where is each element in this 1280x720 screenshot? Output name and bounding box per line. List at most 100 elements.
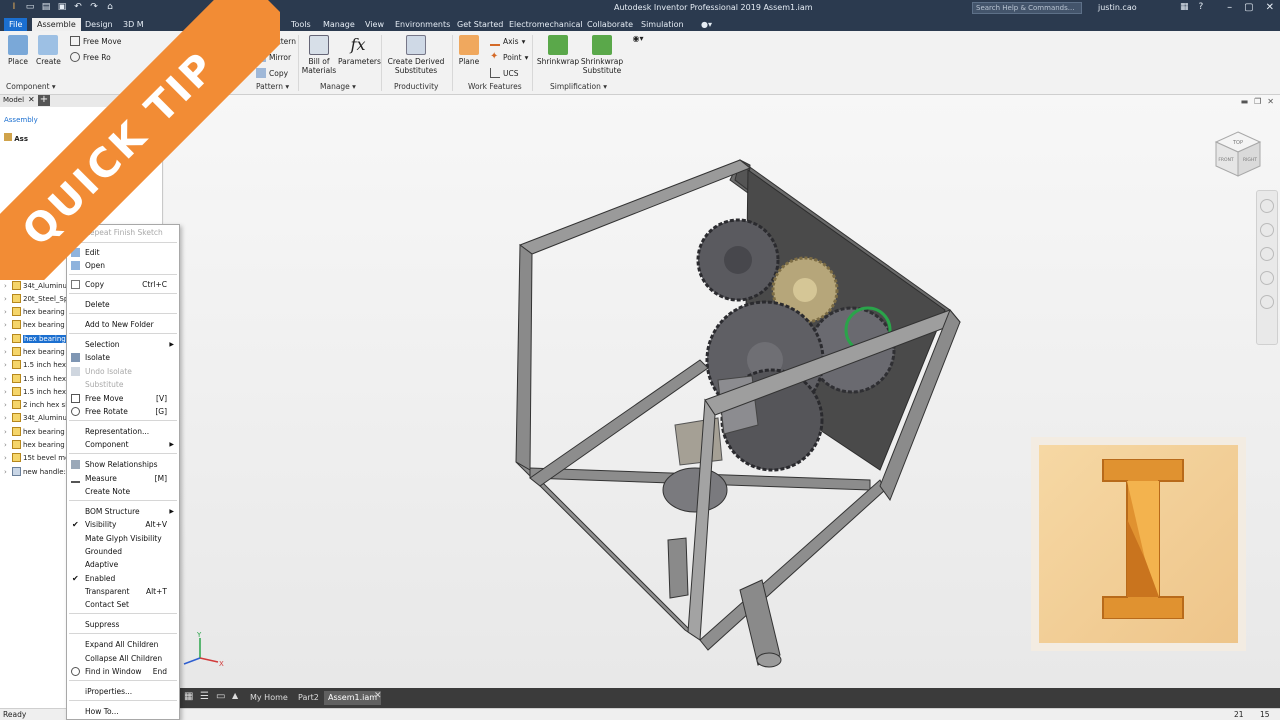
assembly-model[interactable] — [490, 150, 970, 680]
user-name[interactable]: justin.cao — [1098, 3, 1137, 12]
open-icon[interactable]: ▤ — [40, 2, 52, 13]
tree-item[interactable]: › 2 inch hex sh — [4, 398, 70, 411]
tree-item-selected[interactable]: › hex bearing — [4, 332, 67, 345]
help-search-input[interactable]: Search Help & Commands... — [972, 2, 1082, 14]
tree-item[interactable]: › new handle:1 — [4, 465, 70, 478]
close-icon[interactable]: ✕ — [1266, 1, 1274, 14]
tree-item[interactable]: › 20t_Steel_Sp — [4, 292, 68, 305]
menu-how-to[interactable]: How To... — [67, 705, 179, 718]
tree-item[interactable]: › 1.5 inch hex — [4, 358, 66, 371]
point-button[interactable]: ✦ Point ▾ — [490, 52, 528, 62]
menu-expand-all-children[interactable]: Expand All Children — [67, 638, 179, 651]
close-icon[interactable]: ✕ — [1267, 97, 1274, 106]
tree-item-partial-2[interactable]: t:1 — [30, 269, 40, 277]
menu-selection[interactable]: Selection ▶ — [67, 338, 179, 351]
menu-component[interactable]: Component ▶ — [67, 438, 179, 451]
menu-show-relationships[interactable]: Show Relationships — [67, 458, 179, 471]
browser-tab-model[interactable]: Model — [3, 96, 24, 104]
tab-tools[interactable]: Tools — [286, 18, 316, 31]
tab-electromechanical[interactable]: Electromechanical — [504, 18, 588, 31]
doc-tab-my-home[interactable]: My Home — [246, 691, 292, 705]
expand-icon[interactable]: › — [4, 388, 10, 396]
axis-button[interactable]: Axis ▾ — [490, 36, 525, 46]
new-icon[interactable]: ▭ — [24, 2, 36, 13]
expand-icon[interactable]: › — [4, 282, 10, 290]
list-icon[interactable]: ☰ — [200, 691, 209, 702]
menu-measure[interactable]: Measure [M] — [67, 472, 179, 485]
expand-icon[interactable]: › — [4, 308, 10, 316]
cart-icon[interactable]: ▦ — [1180, 2, 1189, 12]
close-icon[interactable]: ✕ — [28, 95, 35, 104]
restore-icon[interactable]: ❐ — [1254, 97, 1261, 106]
menu-suppress[interactable]: Suppress — [67, 618, 179, 631]
menu-find-in-window[interactable]: Find in Window End — [67, 665, 179, 678]
menu-adaptive[interactable]: Adaptive — [67, 558, 179, 571]
manage-group-label[interactable]: Manage ▾ — [320, 82, 356, 91]
menu-edit[interactable]: Edit — [67, 246, 179, 259]
expand-icon[interactable]: › — [4, 428, 10, 436]
menu-substitute[interactable]: Substitute — [67, 378, 179, 391]
parameters-button[interactable]: fx Parameters — [338, 35, 381, 66]
tree-item[interactable]: › 1.5 inch hex — [4, 385, 66, 398]
tree-root-partial[interactable]: Ass — [4, 133, 28, 143]
menu-free-rotate[interactable]: Free Rotate [G] — [67, 405, 179, 418]
tab-file[interactable]: File — [4, 18, 28, 31]
create-button[interactable]: Create — [36, 35, 61, 66]
pattern-group-label[interactable]: Pattern ▾ — [256, 82, 289, 91]
tab-environments[interactable]: Environments — [390, 18, 455, 31]
menu-iproperties[interactable]: iProperties... — [67, 685, 179, 698]
expand-icon[interactable]: › — [4, 414, 10, 422]
tree-item[interactable]: › hex bearing 1 — [4, 425, 71, 438]
look-at-icon[interactable] — [1260, 295, 1274, 309]
ribbon-more-button[interactable]: ◉▾ — [626, 34, 650, 43]
tree-item[interactable]: › hex bearing 1 — [4, 345, 71, 358]
tree-item[interactable]: › 34t_Aluminum — [4, 279, 74, 292]
menu-create-note[interactable]: Create Note — [67, 485, 179, 498]
help-icon[interactable]: ? — [1199, 2, 1204, 12]
tree-item[interactable]: › 1.5 inch hex — [4, 372, 66, 385]
menu-contact-set[interactable]: Contact Set — [67, 598, 179, 611]
menu-add-to-new-folder[interactable]: Add to New Folder — [67, 318, 179, 331]
assembly-dropdown[interactable]: Assembly — [4, 116, 38, 124]
menu-bom-structure[interactable]: BOM Structure ▶ — [67, 505, 179, 518]
close-icon[interactable]: ✕ — [374, 691, 382, 701]
tree-item[interactable]: › 15t bevel mo — [4, 451, 69, 464]
tab-get-started[interactable]: Get Started — [452, 18, 508, 31]
minimize-icon[interactable]: ▬ — [1241, 97, 1249, 106]
zoom-icon[interactable] — [1260, 247, 1274, 261]
tab-simulation[interactable]: Simulation — [636, 18, 689, 31]
tab-design[interactable]: Design — [80, 18, 118, 31]
menu-free-move[interactable]: Free Move [V] — [67, 392, 179, 405]
viewcube[interactable]: TOP FRONT RIGHT — [1212, 128, 1264, 180]
tab-3d-model[interactable]: 3D M — [118, 18, 149, 31]
expand-icon[interactable]: › — [4, 454, 10, 462]
tabs-menu-icon[interactable]: ▲ — [232, 691, 238, 700]
menu-repeat-finish-sketch[interactable]: Repeat Finish Sketch — [67, 226, 179, 239]
doc-tab-part2[interactable]: Part2 — [294, 691, 323, 705]
orbit-icon[interactable] — [1260, 271, 1274, 285]
free-move-button[interactable]: Free Move — [70, 36, 121, 46]
add-tab-icon[interactable]: + — [38, 95, 50, 106]
minimize-icon[interactable]: – — [1227, 1, 1232, 14]
shrinkwrap-button[interactable]: Shrinkwrap — [536, 35, 580, 66]
expand-icon[interactable]: › — [4, 295, 10, 303]
menu-isolate[interactable]: Isolate — [67, 351, 179, 364]
tab-view[interactable]: View — [360, 18, 389, 31]
menu-delete[interactable]: Delete — [67, 298, 179, 311]
inventor-logo-icon[interactable]: I — [8, 2, 20, 13]
shrinkwrap-substitute-button[interactable]: Shrinkwrap Substitute — [580, 35, 624, 75]
mirror-button[interactable]: Mirror — [256, 52, 291, 62]
menu-visibility[interactable]: ✔ Visibility Alt+V — [67, 518, 179, 531]
tab-extra-icon[interactable]: ●▾ — [696, 18, 717, 31]
maximize-icon[interactable]: ▢ — [1244, 1, 1253, 14]
tab-assemble[interactable]: Assemble — [32, 18, 81, 31]
place-button[interactable]: Place — [6, 35, 30, 66]
menu-grounded[interactable]: Grounded — [67, 545, 179, 558]
menu-representation[interactable]: Representation... — [67, 425, 179, 438]
component-group-label[interactable]: Component ▾ — [6, 82, 56, 91]
simplification-group-label[interactable]: Simplification ▾ — [550, 82, 607, 91]
expand-icon[interactable]: › — [4, 361, 10, 369]
tree-item-partial-1[interactable]: n bev — [36, 255, 56, 263]
expand-icon[interactable]: › — [4, 335, 10, 343]
plane-button[interactable]: Plane — [456, 35, 482, 66]
